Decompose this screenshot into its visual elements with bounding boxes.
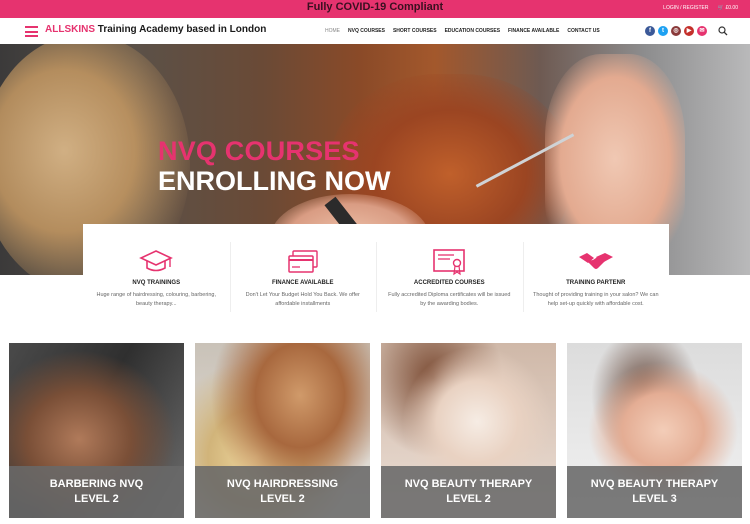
twitter-icon[interactable]: t: [658, 26, 668, 36]
credit-card-icon: [288, 250, 318, 273]
main-nav: HOME NVQ COURSES SHORT COURSES EDUCATION…: [325, 28, 608, 34]
nav-education-courses[interactable]: EDUCATION COURSES: [445, 28, 500, 34]
feature-finance-available[interactable]: FINANCE AVAILABLE Don't Let Your Budget …: [229, 224, 377, 324]
course-label: NVQ BEAUTY THERAPY LEVEL 3: [567, 466, 742, 518]
course-card-nvq-beauty-therapy-level-2[interactable]: NVQ BEAUTY THERAPY LEVEL 2: [381, 343, 556, 518]
cart-total: £0.00: [725, 5, 738, 11]
nav-nvq-courses[interactable]: NVQ COURSES: [348, 28, 385, 34]
features-box: NVQ TRAININGS Huge range of hairdressing…: [83, 224, 669, 324]
nav-short-courses[interactable]: SHORT COURSES: [393, 28, 437, 34]
instagram-icon[interactable]: ◎: [671, 26, 681, 36]
course-label: NVQ HAIRDRESSING LEVEL 2: [195, 466, 370, 518]
search-icon[interactable]: [718, 26, 728, 36]
facebook-icon[interactable]: f: [645, 26, 655, 36]
course-level: LEVEL 2: [260, 493, 305, 505]
feature-accredited-courses[interactable]: ACCREDITED COURSES Fully accredited Dipl…: [376, 224, 523, 324]
feature-nvq-trainings[interactable]: NVQ TRAININGS Huge range of hairdressing…: [83, 224, 230, 324]
hero-heading-line2: ENROLLING NOW: [158, 166, 391, 196]
course-title: BARBERING NVQ: [49, 478, 144, 490]
course-level: LEVEL 2: [446, 493, 491, 505]
handshake-icon: [578, 253, 613, 269]
feature-description: Thought of providing training in your sa…: [532, 292, 659, 307]
course-card-barbering-nvq-level-2[interactable]: BARBERING NVQ LEVEL 2: [9, 343, 184, 518]
feature-title: ACCREDITED COURSES: [413, 280, 485, 286]
certificate-icon: [433, 249, 466, 276]
course-title: NVQ BEAUTY THERAPY: [590, 478, 719, 490]
nav-home[interactable]: HOME: [325, 28, 340, 34]
brand-accent: ALLSKINS: [45, 24, 95, 35]
course-level: LEVEL 3: [632, 493, 677, 505]
announcement-text: Fully COVID-19 Compliant: [306, 1, 444, 13]
course-label: NVQ BEAUTY THERAPY LEVEL 2: [381, 466, 556, 518]
email-icon[interactable]: ✉: [697, 26, 707, 36]
login-register-link[interactable]: LOGIN / REGISTER: [663, 5, 708, 11]
site-brand[interactable]: ALLSKINS Training Academy based in Londo…: [45, 24, 266, 35]
nav-contact-us[interactable]: CONTACT US: [567, 28, 599, 34]
course-title: NVQ BEAUTY THERAPY: [404, 478, 533, 490]
course-label: BARBERING NVQ LEVEL 2: [9, 466, 184, 518]
feature-description: Huge range of hairdressing, colouring, b…: [96, 292, 217, 307]
site-header: ALLSKINS Training Academy based in Londo…: [0, 18, 750, 44]
brand-rest: Training Academy based in London: [95, 24, 267, 35]
feature-training-partner[interactable]: TRAINING PARTENR Thought of providing tr…: [522, 224, 670, 324]
feature-description: Fully accredited Diploma certificates wi…: [388, 292, 511, 307]
course-level: LEVEL 2: [74, 493, 119, 505]
hero-heading-line1: NVQ COURSES: [158, 136, 360, 166]
course-title: NVQ HAIRDRESSING: [226, 478, 339, 490]
feature-description: Don't Let Your Budget Hold You Back. We …: [245, 292, 360, 307]
course-card-nvq-hairdressing-level-2[interactable]: NVQ HAIRDRESSING LEVEL 2: [195, 343, 370, 518]
course-card-nvq-beauty-therapy-level-3[interactable]: NVQ BEAUTY THERAPY LEVEL 3: [567, 343, 742, 518]
youtube-icon[interactable]: ▶: [684, 26, 694, 36]
cart-link[interactable]: 🛒 £0.00: [718, 5, 738, 11]
topbar-links: LOGIN / REGISTER 🛒 £0.00: [655, 5, 738, 11]
feature-title: FINANCE AVAILABLE: [271, 280, 334, 286]
social-links: f t ◎ ▶ ✉: [645, 26, 710, 36]
graduation-cap-icon: [139, 250, 174, 272]
announcement-bar: Fully COVID-19 Compliant LOGIN / REGISTE…: [0, 0, 750, 18]
nav-finance-available[interactable]: FINANCE AVAILABLE: [508, 28, 559, 34]
feature-title: NVQ TRAININGS: [132, 280, 181, 286]
feature-title: TRAINING PARTENR: [566, 280, 626, 286]
menu-icon[interactable]: [25, 26, 38, 37]
